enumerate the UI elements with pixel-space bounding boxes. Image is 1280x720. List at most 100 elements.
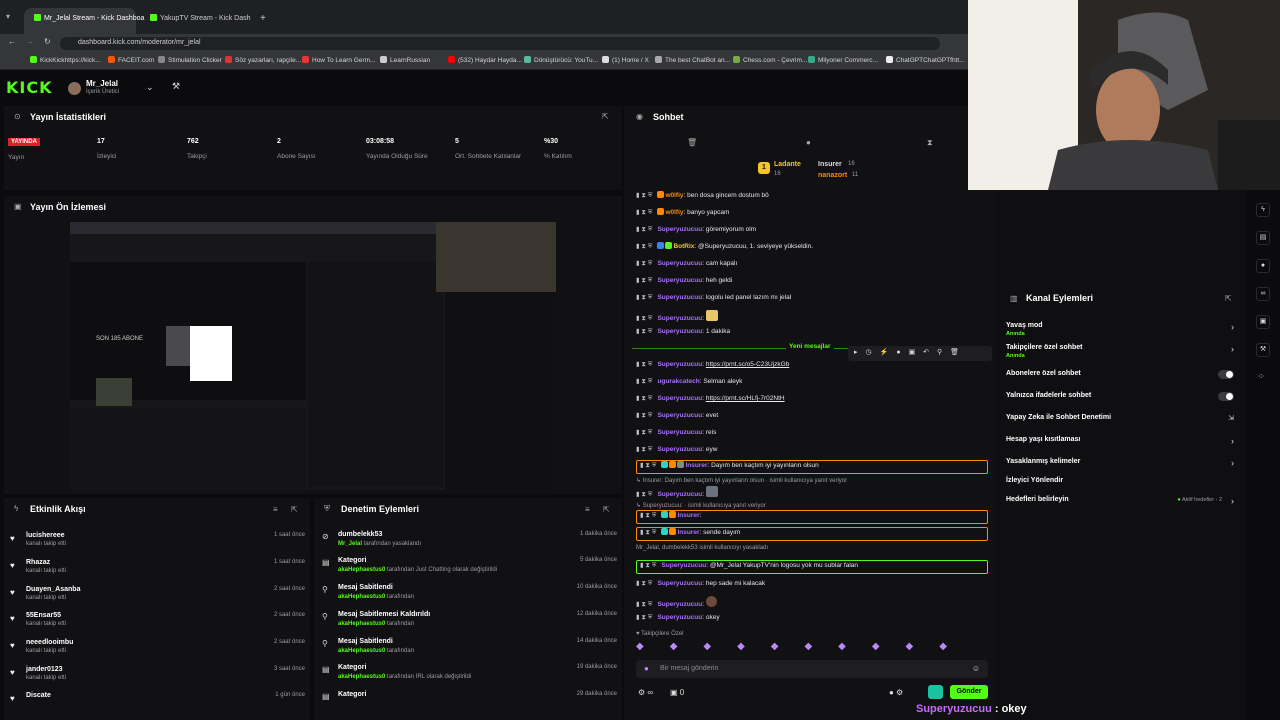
url-input[interactable]: dashboard.kick.com/moderator/mr_jelal (60, 37, 940, 50)
chat-message-highlighted[interactable]: ▮ ⧗ ⛨ Insurer: sende dayım (636, 527, 988, 541)
avatar[interactable] (68, 82, 81, 95)
bookmark-item[interactable]: Chess.com - Çevrim... (733, 56, 807, 64)
chat-message[interactable]: ▮ ⧗ ⛨ Superyuzucuu: hep sade mi kalacak (636, 579, 988, 594)
moderation-item: ▤ Kategori akaHephaestus0 tarafından Just … (322, 557, 617, 573)
trash-icon[interactable]: 🗑︎ (687, 138, 697, 147)
chat-message[interactable]: ▮ ⧗ ⛨ Superyuzucuu: eyw (636, 445, 988, 460)
reload-icon[interactable]: ↻ (44, 37, 51, 46)
banned-words-setting[interactable]: Yasaklanmış kelimeler › (1006, 458, 1238, 478)
chat-message[interactable]: ▮ ⧗ ⛨ Superyuzucuu: göremiyorum olm (636, 225, 988, 240)
stream-preview[interactable]: SON 185 ABONE (70, 222, 556, 490)
bookmark-item[interactable]: Milyoner Commerc... (808, 56, 878, 64)
preview-title: Yayın Ön İzlemesi (30, 202, 107, 212)
chat-message[interactable]: ▮ ⧗ ⛨ ugurakcatech: Selman aleyk (636, 377, 988, 392)
chat-settings-icon[interactable]: ● ⚙ (889, 688, 903, 697)
bookmark-item[interactable]: Stimulation Clicker (158, 56, 222, 64)
browser-tab[interactable]: YakupTV Stream - Kick Dash (140, 8, 252, 34)
chat-input[interactable]: ● Bir mesaj gönderin ☺ (636, 660, 988, 678)
chat-message-highlighted[interactable]: ▮ ⧗ ⛨ Insurer: Dayım ben kaçtım iyi yayın… (636, 460, 988, 474)
followers-only-setting[interactable]: Takipçilere özel sohbet Anında › (1006, 344, 1238, 364)
emote-icon (705, 310, 718, 321)
chat-message[interactable]: ▮ ⧗ ⛨ w0lfiy: banyo yapcam (636, 208, 988, 223)
emote-bar[interactable]: ◆◆◆◆◆◆◆◆◆◆ (636, 641, 988, 655)
chat-message[interactable]: ▮ ⧗ ⛨ Superyuzucuu: heh geldi (636, 276, 988, 291)
emoji-icon[interactable]: ☺ (972, 664, 980, 673)
bookmark-item[interactable]: ChatGPTChatGPTfhtt... (886, 56, 965, 64)
bookmark-item[interactable]: LearnRussian (380, 56, 430, 64)
back-icon[interactable]: ← (8, 37, 16, 46)
browser-tab-active[interactable]: Mr_Jelal Stream - Kick Dashboa ✕ (24, 8, 158, 34)
lightning-icon[interactable]: ϟ (1256, 203, 1270, 217)
chat-message-highlighted[interactable]: ▮ ⧗ ⛨ Insurer: (636, 510, 988, 524)
apps-icon[interactable]: ⁘ (1258, 372, 1265, 381)
chat-bubble-icon[interactable]: ● (806, 138, 811, 147)
top-viewer-name[interactable]: Insurer (818, 161, 842, 168)
ticket-icon[interactable]: ▣ 0 (670, 688, 684, 697)
top-viewer-name[interactable]: nanazort (818, 172, 847, 179)
bookmark-item[interactable]: Söz yazarları, rapçile... (225, 56, 301, 64)
kick-favicon-icon (150, 14, 157, 21)
filter-icon[interactable]: ≡ (585, 505, 590, 514)
popout-icon[interactable]: ⇱ (603, 505, 610, 514)
chat-message[interactable]: ▮ ⧗ ⛨ Superyuzucuu: okey (636, 613, 988, 628)
reply-context: ↳ Insurer: Dayım ben kaçtım iyi yayınlar… (636, 478, 848, 484)
chevron-down-icon[interactable]: ⌄ (146, 82, 154, 93)
bookmark-item[interactable]: Dönüştürücü: YouTu... (524, 56, 598, 64)
slow-mode-setting[interactable]: Yavaş mod Anında › (1006, 322, 1238, 342)
settings-icon[interactable]: ⚙ ∞ (638, 688, 653, 697)
chat-message[interactable]: ▮ ⧗ ⛨ Superyuzucuu: (636, 596, 988, 611)
popout-icon[interactable]: ⇱ (1225, 294, 1232, 303)
hourglass-icon[interactable]: ⧗ (927, 138, 933, 148)
message-actions-toolbar[interactable]: ▸◷⚡●▣↶⚲🗑︎ (848, 346, 992, 361)
shield-icon: ⛨ (324, 504, 330, 513)
chat-icon[interactable]: ● (1256, 259, 1270, 273)
chat-message[interactable]: ▮ ⧗ ⛨ Superyuzucuu: logolu led panel lazı… (636, 293, 988, 308)
top-viewer-name[interactable]: Ladante (774, 161, 801, 168)
account-age-setting[interactable]: Hesap yaşı kısıtlaması › (1006, 436, 1238, 456)
host-setting[interactable]: İzleyici Yönlendir (1006, 477, 1238, 497)
gift-icon[interactable] (928, 685, 943, 699)
bookmark-item[interactable]: The best ChatBot an... (655, 56, 730, 64)
moderation-item: ⊘ dumbelekk53 Mr_Jelal tarafından yasaklan… (322, 531, 617, 547)
chat-message[interactable]: ▮ ⧗ ⛨ w0lfiy: ben dosa gincem dostum bö (636, 191, 988, 206)
link-icon[interactable]: ∞ (1256, 287, 1270, 301)
tab-search-icon[interactable]: ▾ (6, 12, 10, 21)
chat-message[interactable]: ▮ ⧗ ⛨ Superyuzucuu: https://prnt.sc/HLfj-… (636, 394, 988, 409)
chat-message[interactable]: ▮ ⧗ ⛨ Superyuzucuu: (636, 310, 988, 325)
hammer-icon[interactable]: ⚒ (1256, 343, 1270, 357)
bookmark-item[interactable]: FACEIT.com (108, 56, 154, 64)
emote-only-setting[interactable]: Yalnızca ifadelerle sohbet (1006, 392, 1238, 412)
popout-icon[interactable]: ⇱ (602, 112, 609, 121)
subscribers-only-setting[interactable]: Abonelere özel sohbet (1006, 370, 1238, 390)
heart-icon: ♥ (10, 694, 15, 703)
heart-icon: ♥ (10, 668, 15, 677)
bookmark-item[interactable]: (1) Home / X (602, 56, 649, 64)
toggle-switch[interactable] (1218, 392, 1234, 401)
send-button[interactable]: Gönder (950, 685, 988, 699)
kick-logo[interactable]: KICK (6, 78, 53, 97)
hammer-icon[interactable]: ⚒ (172, 81, 180, 92)
layout-icon[interactable]: ▣ (1256, 315, 1270, 329)
chat-message[interactable]: ▮ ⧗ ⛨ BotRix: @Superyuzucuu, 1. seviyeye … (636, 242, 988, 257)
new-tab-icon[interactable]: + (260, 13, 266, 24)
chat-message[interactable]: ▮ ⧗ ⛨ Superyuzucuu: cam kapalı (636, 259, 988, 274)
filter-icon[interactable]: ≡ (273, 505, 278, 514)
bookmark-item[interactable]: (532) Haydar Hayda... (448, 56, 522, 64)
clipboard-icon[interactable]: ▤ (1256, 231, 1270, 245)
bookmark-item[interactable]: KickKickhttps://kick... (30, 56, 101, 64)
chat-message-mention[interactable]: ▮ ⧗ ⛨ Superyuzucuu: @Mr_Jelal YakupTV'nin… (636, 560, 988, 574)
chat-message[interactable]: ▮ ⧗ ⛨ Superyuzucuu: https://prnt.sc/o5-C2… (636, 360, 988, 375)
popout-icon[interactable]: ⇱ (291, 505, 298, 514)
kick-favicon-icon (34, 14, 41, 21)
chat-message[interactable]: ▮ ⧗ ⛨ Superyuzucuu: (636, 486, 988, 501)
chat-message[interactable]: ▮ ⧗ ⛨ Superyuzucuu: evet (636, 411, 988, 426)
toggle-switch[interactable] (1218, 370, 1234, 379)
bookmark-item[interactable]: How To Learn Germ... (302, 56, 375, 64)
chat-message[interactable]: ▮ ⧗ ⛨ Superyuzucuu: 1 dakika (636, 327, 988, 342)
mic-icon[interactable]: ● (644, 664, 649, 673)
goals-setting[interactable]: Hedefleri belirleyin ● Aktif hedefler - 2… (1006, 496, 1238, 516)
ai-moderation-setting[interactable]: Yapay Zeka ile Sohbet Denetimi ⇲ (1006, 414, 1238, 434)
chat-title: Sohbet (653, 112, 684, 122)
forward-icon[interactable]: → (26, 37, 34, 46)
chat-message[interactable]: ▮ ⧗ ⛨ Superyuzucuu: reis (636, 428, 988, 443)
